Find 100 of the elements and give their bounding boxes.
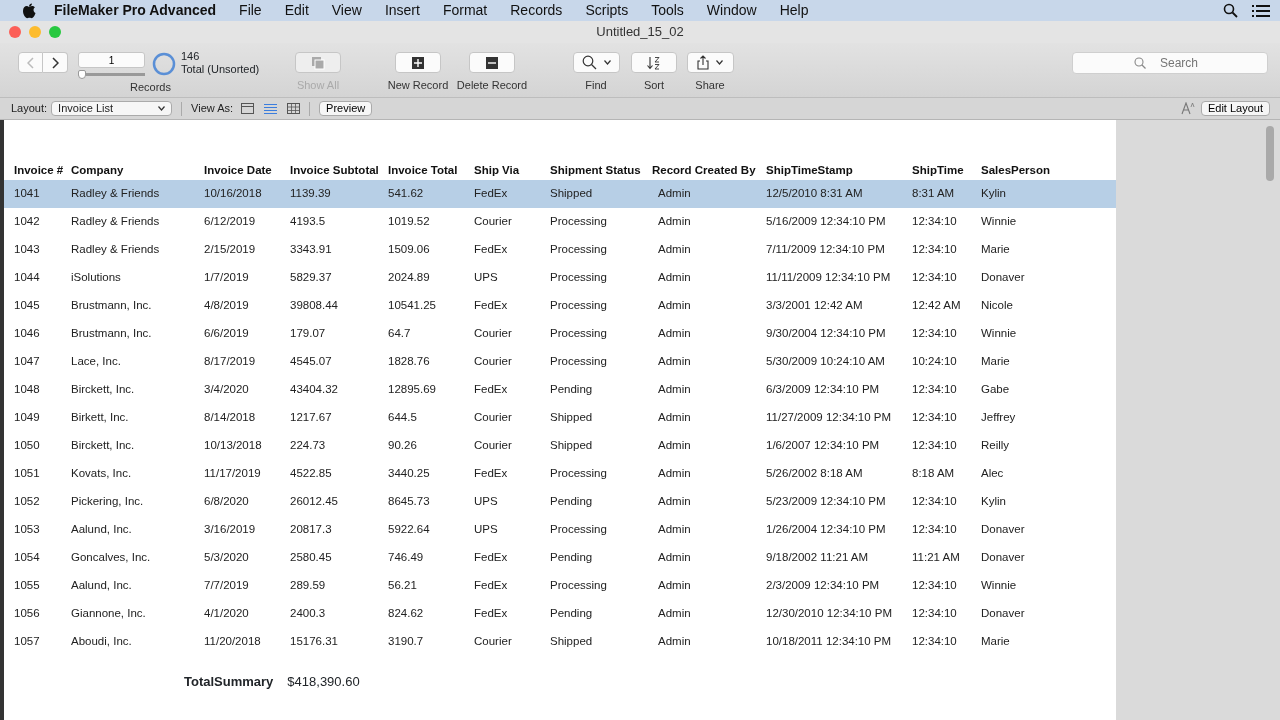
table-cell-text: 90.26 bbox=[388, 438, 418, 454]
table-cell-text: FedEx bbox=[474, 466, 509, 482]
table-cell-text: Radley & Friends bbox=[71, 186, 161, 202]
form-view-icon[interactable] bbox=[241, 103, 255, 114]
table-cell-text: Admin bbox=[657, 326, 692, 342]
menu-item[interactable]: Window bbox=[706, 0, 757, 21]
table-cell-text: 12/5/2010 8:31 AM bbox=[766, 186, 864, 202]
table-cell-text: 1045 bbox=[14, 298, 41, 314]
table-row[interactable]: 1045 Brustmann, Inc. 4/8/2019 39808.44 10541.25 FedEx Processing Admin 3/3/2001 12:42 AM 12:42 AM Nicole bbox=[4, 292, 1116, 320]
search-field[interactable]: Search bbox=[1072, 52, 1268, 74]
apple-icon[interactable] bbox=[22, 2, 36, 19]
table-cell-text: 56.21 bbox=[388, 578, 418, 594]
table-cell-text: Admin bbox=[657, 634, 692, 650]
menu-item[interactable]: Tools bbox=[651, 0, 684, 21]
table-cell-text: 11/20/2018 bbox=[204, 634, 262, 650]
scrollbar-thumb[interactable] bbox=[1266, 126, 1274, 181]
table-cell-text: 224.73 bbox=[290, 438, 327, 454]
share-button[interactable] bbox=[686, 52, 734, 73]
record-slider-thumb[interactable] bbox=[78, 70, 86, 79]
table-row[interactable]: 1043 Radley & Friends 2/15/2019 3343.91 1509.06 FedEx Processing Admin 7/11/2009 12:34:10 PM 12:34:10 Marie bbox=[4, 236, 1116, 264]
table-cell-text: 6/12/2019 bbox=[204, 214, 257, 230]
menu-item[interactable]: File bbox=[239, 0, 262, 21]
table-cell-text: 1044 bbox=[14, 270, 41, 286]
font-size-icon[interactable] bbox=[1180, 102, 1195, 115]
menu-item[interactable]: Edit bbox=[284, 0, 309, 21]
layout-label: Layout: bbox=[11, 101, 48, 117]
table-row[interactable]: 1044 iSolutions 1/7/2019 5829.37 2024.89 UPS Processing Admin 11/11/2009 12:34:10 PM 12:34:10 Donaver bbox=[4, 264, 1116, 292]
table-cell-text: Aalund, Inc. bbox=[71, 522, 133, 538]
table-cell-text: Donaver bbox=[981, 270, 1026, 286]
menu-item[interactable]: Insert bbox=[384, 0, 420, 21]
table-cell-text: Admin bbox=[657, 382, 692, 398]
table-row[interactable]: 1049 Birkett, Inc. 8/14/2018 1217.67 644.5 Courier Shipped Admin 11/27/2009 12:34:10 PM 12:34:10 Jeffrey bbox=[4, 404, 1116, 432]
table-cell-text: Donaver bbox=[981, 522, 1026, 538]
caret-down-icon bbox=[603, 60, 611, 65]
table-cell-text: FedEx bbox=[474, 382, 509, 398]
table-cell-text: UPS bbox=[474, 270, 499, 286]
table-cell-text: Jeffrey bbox=[981, 410, 1017, 426]
table-cell-text: 12:34:10 bbox=[912, 522, 958, 538]
table-row[interactable]: 1042 Radley & Friends 6/12/2019 4193.5 1019.52 Courier Processing Admin 5/16/2009 12:34:10 PM 12:34:10 Winnie bbox=[4, 208, 1116, 236]
find-button[interactable] bbox=[572, 52, 620, 73]
table-cell-text: 12:34:10 bbox=[912, 438, 958, 454]
table-cell-text: FedEx bbox=[474, 606, 509, 622]
edit-layout-button[interactable]: Edit Layout bbox=[1200, 101, 1270, 116]
layout-dropdown[interactable]: Invoice List bbox=[51, 101, 173, 116]
selected-row[interactable]: 1041 Radley & Friends 10/16/2018 1139.39 541.62 FedEx Shipped Admin 12/5/2010 8:31 AM 8:31 AM Kylin bbox=[4, 180, 1116, 208]
table-row[interactable]: 1051 Kovats, Inc. 11/17/2019 4522.85 3440.25 FedEx Processing Admin 5/26/2002 8:18 AM 8:18 AM Alec bbox=[4, 460, 1116, 488]
table-cell-text: 6/8/2020 bbox=[204, 494, 250, 510]
new-record-button[interactable] bbox=[395, 52, 441, 73]
menu-item[interactable]: View bbox=[331, 0, 362, 21]
minus-square-icon bbox=[486, 56, 498, 69]
table-row[interactable]: 1053 Aalund, Inc. 3/16/2019 20817.3 5922.64 UPS Processing Admin 1/26/2004 12:34:10 PM 12:34:10 Donaver bbox=[4, 516, 1116, 544]
table-cell-text: FedEx bbox=[474, 578, 509, 594]
column-header: Record Created By bbox=[652, 163, 757, 179]
table-row[interactable]: 1054 Goncalves, Inc. 5/3/2020 2580.45 746.49 FedEx Pending Admin 9/18/2002 11:21 AM 11:21 AM Donaver bbox=[4, 544, 1116, 572]
table-cell-text: 4522.85 bbox=[290, 466, 333, 482]
table-cell-text: Marie bbox=[981, 354, 1011, 370]
table-cell-text: 8645.73 bbox=[388, 494, 431, 510]
search-icon[interactable] bbox=[1223, 3, 1238, 18]
menu-item[interactable]: Records bbox=[510, 0, 563, 21]
table-row[interactable]: 1055 Aalund, Inc. 7/7/2019 289.59 56.21 FedEx Processing Admin 2/3/2009 12:34:10 PM 12:34:10 Winnie bbox=[4, 572, 1116, 600]
table-row[interactable]: 1052 Pickering, Inc. 6/8/2020 26012.45 8645.73 UPS Pending Admin 5/23/2009 12:34:10 PM 12:34:10 Kylin bbox=[4, 488, 1116, 516]
table-view-icon[interactable] bbox=[287, 103, 301, 114]
table-cell-text: Pending bbox=[550, 550, 594, 566]
table-cell-text: FedEx bbox=[474, 186, 509, 202]
chevron-left-icon bbox=[27, 56, 34, 69]
table-cell-text: Reilly bbox=[981, 438, 1011, 454]
table-cell-text: Alec bbox=[981, 466, 1005, 482]
plus-square-icon bbox=[412, 56, 424, 69]
list-view-icon[interactable] bbox=[264, 103, 278, 114]
table-row[interactable]: 1050 Birckett, Inc. 10/13/2018 224.73 90.26 Courier Shipped Admin 1/6/2007 12:34:10 PM 12:34:10 Reilly bbox=[4, 432, 1116, 460]
table-cell-text: 12:34:10 bbox=[912, 578, 958, 594]
table-cell-text: 2/3/2009 12:34:10 PM bbox=[766, 578, 881, 594]
menu-item[interactable]: Scripts bbox=[585, 0, 629, 21]
table-row[interactable]: 1056 Giannone, Inc. 4/1/2020 2400.3 824.62 FedEx Pending Admin 12/30/2010 12:34:10 PM 12:34:10 Donaver bbox=[4, 600, 1116, 628]
next-record-button[interactable] bbox=[43, 52, 68, 73]
table-row[interactable]: 1048 Birckett, Inc. 3/4/2020 43404.32 12895.69 FedEx Pending Admin 6/3/2009 12:34:10 PM 12:34:10 Gabe bbox=[4, 376, 1116, 404]
table-cell-text: 3440.25 bbox=[388, 466, 431, 482]
record-number-field[interactable]: 1 bbox=[78, 52, 145, 68]
menu-icon[interactable] bbox=[1252, 3, 1270, 18]
table-cell-text: 8/17/2019 bbox=[204, 354, 257, 370]
table-row[interactable]: 1057 Aboudi, Inc. 11/20/2018 15176.31 3190.7 Courier Shipped Admin 10/18/2011 12:34:10 PM 12:34:10 Marie bbox=[4, 628, 1116, 656]
table-cell-text: 8/14/2018 bbox=[204, 410, 257, 426]
table-cell-text: 1042 bbox=[14, 214, 41, 230]
close-button[interactable] bbox=[9, 26, 21, 38]
table-row[interactable]: 1047 Lace, Inc. 8/17/2019 4545.07 1828.76 Courier Processing Admin 5/30/2009 10:24:10 AM 10:24:10 Marie bbox=[4, 348, 1116, 376]
menu-item[interactable]: Help bbox=[779, 0, 809, 21]
table-cell-text: Admin bbox=[657, 242, 692, 258]
table-row[interactable]: 1046 Brustmann, Inc. 6/6/2019 179.07 64.7 Courier Processing Admin 9/30/2004 12:34:10 PM 12:34:10 Winnie bbox=[4, 320, 1116, 348]
search-icon bbox=[581, 55, 597, 70]
preview-button[interactable]: Preview bbox=[319, 101, 373, 116]
table-cell-text: 3/3/2001 12:42 AM bbox=[766, 298, 864, 314]
table-cell-text: Admin bbox=[657, 298, 692, 314]
app-name-menu[interactable]: FileMaker Pro Advanced bbox=[54, 0, 217, 21]
table-cell-text: Birckett, Inc. bbox=[71, 382, 136, 398]
sort-button[interactable] bbox=[631, 52, 677, 73]
table-cell-text: 3190.7 bbox=[388, 634, 425, 650]
zoom-button[interactable] bbox=[49, 26, 61, 38]
delete-record-button[interactable] bbox=[469, 52, 515, 73]
menu-item[interactable]: Format bbox=[442, 0, 488, 21]
table-cell-text: 2024.89 bbox=[388, 270, 431, 286]
